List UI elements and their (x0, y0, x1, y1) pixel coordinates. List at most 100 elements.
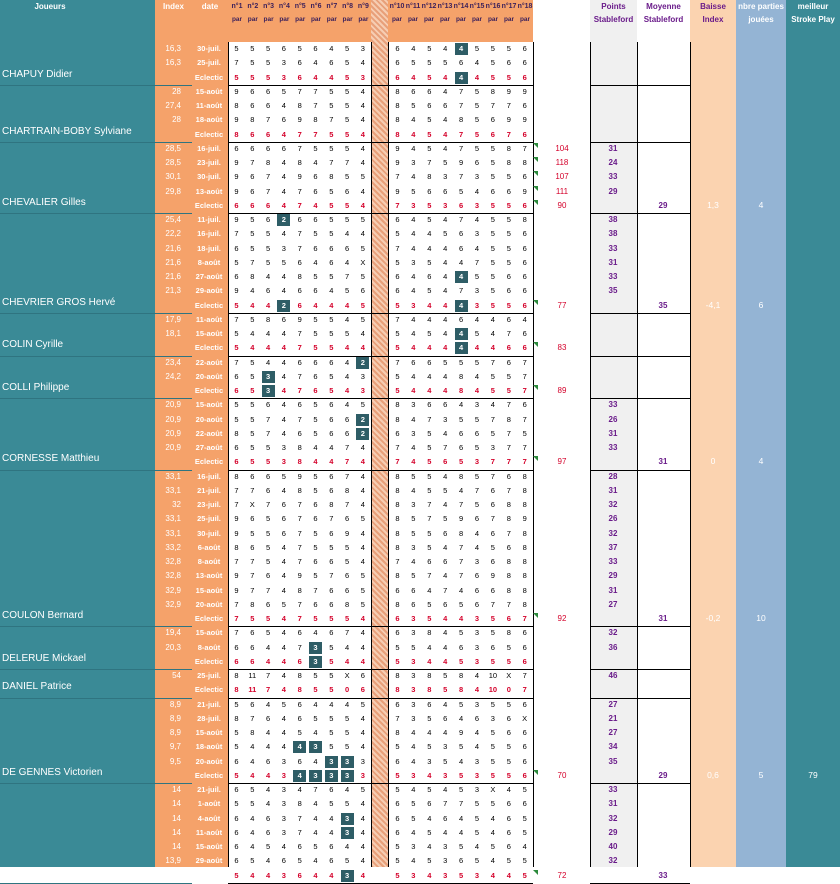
hole-score: 4 (313, 870, 318, 880)
hole-score: 4 (313, 72, 318, 82)
stableford-points: 38 (608, 229, 618, 239)
hole-score: 6 (345, 428, 350, 438)
hole-score: 6 (329, 471, 334, 481)
hole-score: 4 (360, 713, 365, 723)
hole-score: 5 (474, 143, 480, 153)
hole-score: 4 (360, 557, 365, 566)
player-name: COLLI Philippe (2, 382, 70, 393)
hole-score: 4 (281, 357, 286, 367)
hole-score: 3 (281, 72, 286, 82)
cell-marker (533, 456, 538, 462)
grid-vline (228, 42, 229, 867)
cell-marker (533, 613, 538, 618)
hole-score: 6 (395, 72, 400, 82)
hole-score: 8 (506, 414, 511, 424)
player-name: DANIEL Patrice (2, 681, 72, 693)
round-date: 16-juil. (197, 471, 221, 481)
hole-score: 6 (313, 357, 318, 367)
hole-score: 4 (281, 343, 286, 353)
hole-score: 4 (522, 314, 527, 324)
hole-score: 6 (427, 272, 432, 281)
hole-score: 7 (459, 129, 464, 139)
hole-score: 8 (459, 371, 464, 381)
hole-score: 6 (297, 756, 302, 766)
hole-score: 7 (297, 129, 302, 139)
hole-score: 4 (411, 557, 416, 566)
hole-score: 4 (490, 870, 495, 880)
hole-score: 6 (395, 813, 400, 823)
round-date: 30-juil. (197, 44, 221, 53)
hole-score: 3 (474, 770, 480, 780)
hole-score: 6 (266, 485, 271, 495)
hole-score: 5 (411, 186, 416, 196)
index-drop: 0 (710, 456, 716, 467)
hole-score: 9 (459, 158, 464, 167)
hole-score: 4 (313, 699, 318, 709)
hole-score: 5 (313, 528, 318, 538)
hole-score: 3 (474, 300, 480, 310)
hole-score: 6 (411, 86, 416, 96)
header-players: Joueurs (34, 2, 66, 11)
hole-score: 4 (250, 343, 255, 353)
index-value: 28,5 (165, 143, 181, 153)
hole-score: 5 (360, 785, 365, 794)
hole-score: 4 (459, 713, 464, 723)
header-hole: n°17 (501, 3, 517, 10)
index-value: 8,9 (169, 699, 181, 709)
hole-score: 4 (250, 756, 255, 766)
hole-score: 3 (281, 457, 286, 467)
hole-score: 4 (474, 215, 480, 224)
hole-score: 6 (459, 443, 464, 452)
hole-score: 4 (281, 557, 286, 566)
hole-score: 5 (490, 756, 495, 766)
hole-score: 5 (522, 813, 527, 823)
index-value: 28,5 (165, 158, 181, 167)
hole-score: 6 (313, 44, 318, 53)
player-name: CORNESSE Matthieu (2, 453, 100, 465)
hole-score: 5 (360, 314, 365, 324)
eclectic-label: Eclectic (194, 200, 224, 210)
hole-score: 5 (345, 329, 350, 338)
hole-score: 7 (345, 443, 350, 452)
stableford-points: 40 (608, 842, 618, 851)
hole-score: 4 (411, 371, 416, 381)
hole-score: 5 (360, 514, 365, 524)
stableford-points: 27 (608, 699, 618, 709)
hole-score: 6 (329, 599, 334, 609)
hole-score: 5 (250, 243, 255, 253)
cell-marker (533, 185, 538, 191)
hole-score: 7 (395, 200, 400, 210)
hole-score: 3 (411, 428, 416, 438)
hole-score: 4 (474, 343, 480, 353)
hole-score: 3 (340, 826, 354, 839)
stableford-points: 35 (608, 756, 618, 766)
hole-score: 7 (297, 86, 302, 96)
hole-score: 5 (522, 827, 527, 837)
hole-score: 6 (234, 143, 239, 153)
hole-score: 9 (234, 286, 239, 296)
hole-score: 5 (522, 785, 527, 794)
hole-score: 5 (329, 642, 334, 652)
round-date: 30-juil. (197, 172, 221, 182)
hole-score: 7 (297, 557, 302, 566)
hole-score: 7 (234, 314, 239, 324)
hole-score: 4 (490, 329, 495, 338)
hole-score: 5 (329, 614, 334, 623)
hole-score: 4 (490, 827, 495, 837)
index-value: 33,1 (165, 471, 181, 481)
hole-score: 5 (266, 72, 271, 82)
hole-score: 6 (266, 143, 271, 153)
games-played: 4 (758, 199, 764, 210)
hole-score: 9 (234, 86, 239, 96)
hole-score: 5 (427, 457, 432, 467)
hole-score: 4 (443, 699, 448, 709)
hole-score: 4 (427, 870, 432, 880)
hole-score: 4 (281, 329, 286, 338)
hole-score: 5 (490, 699, 495, 709)
hole-score: 5 (443, 685, 448, 695)
games-played: 10 (756, 613, 766, 623)
hole-score: 7 (297, 542, 302, 552)
hole-score: 6 (522, 58, 527, 68)
hole-score: 4 (281, 542, 286, 552)
index-value: 33,1 (165, 528, 181, 538)
